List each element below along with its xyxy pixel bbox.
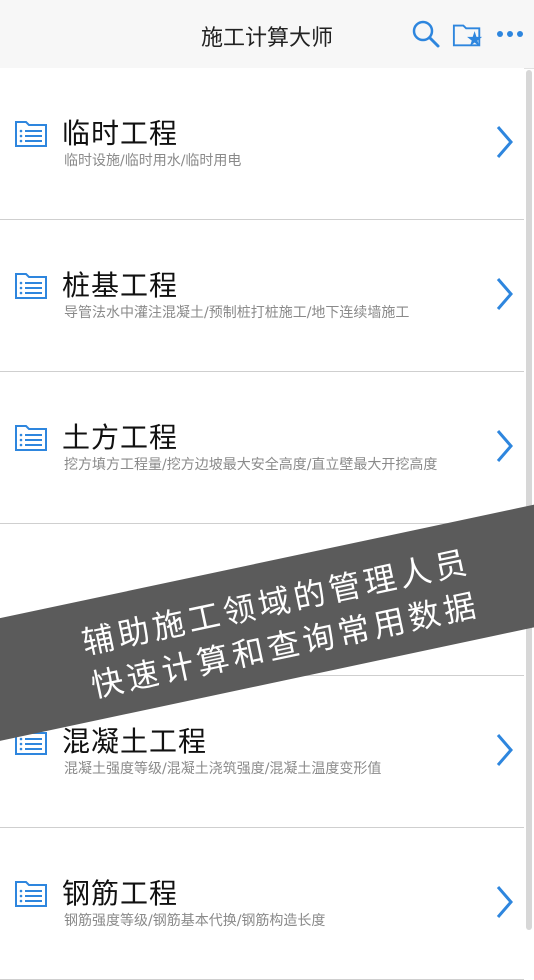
- list-item-title: 桩基工程: [62, 269, 179, 302]
- folder-icon: [15, 273, 47, 299]
- more-icon[interactable]: [494, 18, 526, 50]
- chevron-right-icon: [496, 278, 513, 310]
- chevron-right-icon: [496, 430, 513, 462]
- chevron-right-icon: [496, 734, 513, 766]
- list-item-subtitle: 钢筋强度等级/钢筋基本代换/钢筋构造长度: [64, 913, 326, 929]
- chevron-right-icon: [496, 886, 513, 918]
- list-item[interactable]: 土方工程 挖方填方工程量/挖方边坡最大安全高度/直立壁最大开挖高度: [0, 372, 524, 524]
- list-item[interactable]: 临时工程 临时设施/临时用水/临时用电: [0, 68, 524, 220]
- folder-star-icon[interactable]: [452, 18, 484, 50]
- folder-icon: [15, 425, 47, 451]
- folder-icon: [15, 121, 47, 147]
- list-item-subtitle: 临时设施/临时用水/临时用电: [64, 153, 242, 169]
- list-item[interactable]: 钢筋工程 钢筋强度等级/钢筋基本代换/钢筋构造长度: [0, 828, 524, 980]
- chevron-right-icon: [496, 126, 513, 158]
- list-item-title: 土方工程: [62, 421, 179, 454]
- folder-icon: [15, 881, 47, 907]
- list-item-subtitle: 混凝土强度等级/混凝土浇筑强度/混凝土温度变形值: [64, 761, 382, 777]
- list-item-title: 临时工程: [62, 117, 179, 150]
- scrollbar[interactable]: [526, 70, 532, 930]
- navigation-bar: 施工计算大师: [0, 0, 534, 69]
- nav-actions: [410, 18, 526, 50]
- list-item-subtitle: 挖方填方工程量/挖方边坡最大安全高度/直立壁最大开挖高度: [64, 457, 438, 473]
- list-item-subtitle: 导管法水中灌注混凝土/预制桩打桩施工/地下连续墙施工: [64, 305, 410, 321]
- list-item-title: 混凝土工程: [62, 725, 208, 758]
- search-icon[interactable]: [410, 18, 442, 50]
- list-item[interactable]: 桩基工程 导管法水中灌注混凝土/预制桩打桩施工/地下连续墙施工: [0, 220, 524, 372]
- list-item-title: 钢筋工程: [62, 877, 179, 910]
